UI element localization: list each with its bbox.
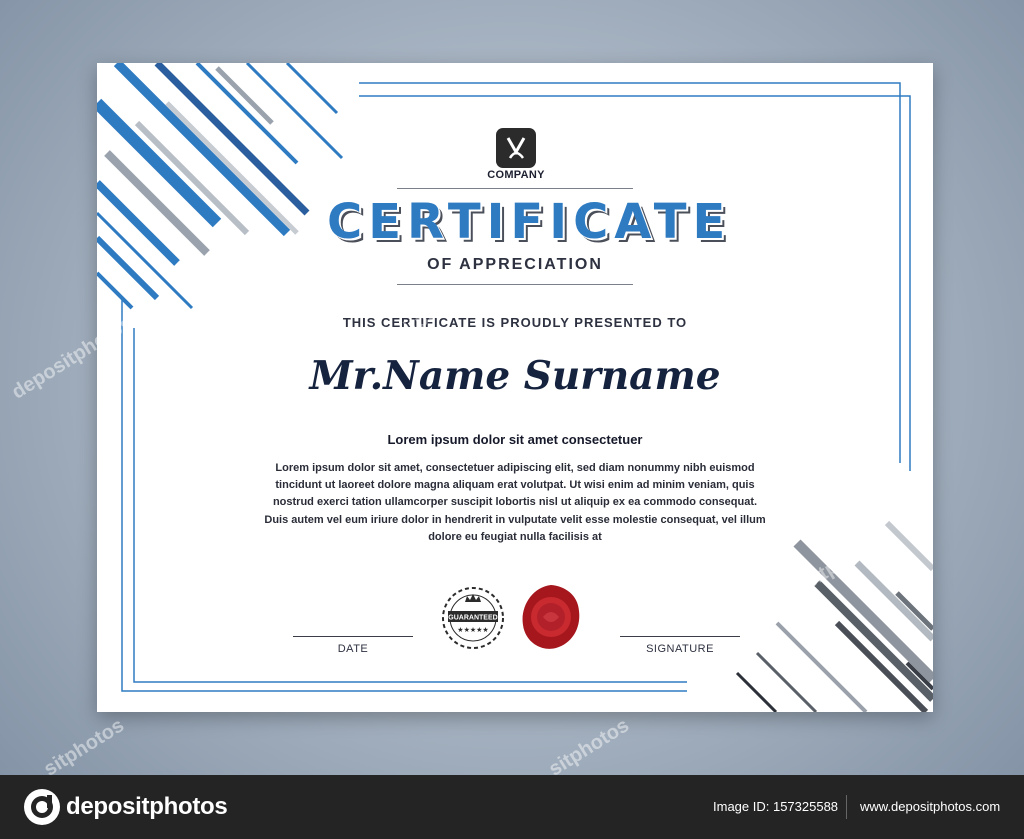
footer-brand[interactable]: depositphotos [66,793,228,821]
wax-seal-icon [520,583,582,653]
footer-separator [846,795,847,819]
title-bottom-rule [397,284,633,285]
image-id: Image ID: 157325588 [713,799,839,814]
footer-site-link[interactable]: www.depositphotos.com [860,799,1000,814]
lead-text: Lorem ipsum dolor sit amet consectetuer [387,432,643,447]
company-name: COMPANY [487,169,545,181]
company-logo-icon [496,128,536,168]
signature-label: SIGNATURE [646,643,714,655]
badge-stars: ★★★★★ [457,626,488,634]
body-text: Lorem ipsum dolor sit amet, consectetuer… [264,462,766,543]
watermark-text: sitphotos [545,714,633,781]
signature-line [620,636,740,637]
date-label: DATE [337,643,369,655]
date-line [293,636,413,637]
footer-bar: depositphotos Image ID: 157325588 www.de… [0,775,1024,839]
certificate: COMPANY CERTIFICATE OF APPRECIATION THIS… [97,63,933,712]
guaranteed-badge-icon: GUARANTEED ★★★★★ [436,582,510,654]
certificate-subtitle: OF APPRECIATION [427,256,603,273]
depositphotos-logo-icon [24,789,60,825]
certificate-title: CERTIFICATE [327,194,732,250]
presented-to-line: THIS CERTIFICATE IS PROUDLY PRESENTED TO [342,315,688,330]
watermark-text: sitphotos [40,714,128,781]
recipient-name: Mr.Name Surname [309,353,721,399]
badge-text: GUARANTEED [448,615,497,622]
title-top-rule [397,188,633,189]
